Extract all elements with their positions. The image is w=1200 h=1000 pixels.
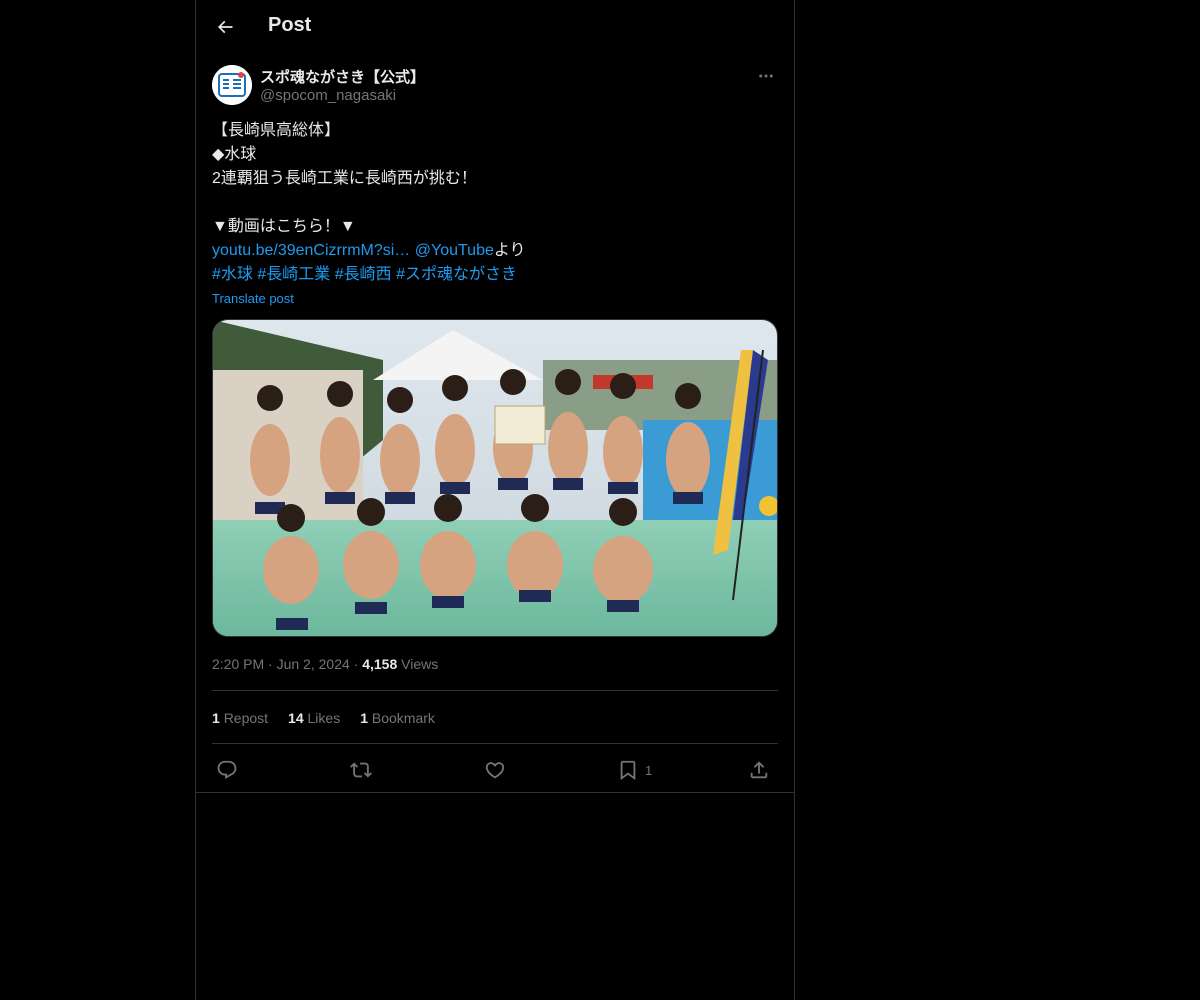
meta-separator: · [353, 656, 359, 672]
top-bar: Post [196, 0, 794, 53]
tweet-link-line: youtu.be/39enCizrrmM?si… @YouTubeより [212, 239, 778, 263]
tweet-line: ◆水球 [212, 146, 257, 163]
bookmarks-count: 1 [360, 710, 368, 726]
more-button[interactable] [754, 64, 778, 88]
spocom-logo-icon [212, 65, 252, 105]
post-column: Post スポ魂ながさき【公式】 @spocom_nagasaki 【長崎県高総… [195, 0, 795, 1000]
post-date[interactable]: Jun 2, 2024 [277, 656, 350, 672]
avatar[interactable] [212, 65, 252, 105]
reposts-stat[interactable]: 1 Repost [212, 710, 268, 726]
likes-label: Likes [307, 710, 341, 726]
hashtag-link[interactable]: #スポ魂ながさき [396, 266, 517, 283]
youtube-mention-link[interactable]: @YouTube [415, 242, 494, 259]
hashtag-link[interactable]: #長崎西 [335, 266, 392, 283]
reposts-label: Repost [223, 710, 269, 726]
back-button[interactable] [208, 10, 242, 44]
bookmark-icon [620, 760, 636, 781]
meta-separator: · [268, 656, 273, 672]
divider [212, 690, 778, 691]
engagement-stats: 1 Repost 14 Likes 1 Bookmark [212, 710, 435, 726]
hashtags-line: #水球 #長崎工業 #長崎西 #スポ魂ながさき [212, 263, 778, 287]
author-handle[interactable]: @spocom_nagasaki [260, 87, 396, 104]
divider [212, 743, 778, 744]
post-photo[interactable] [212, 319, 778, 637]
repost-button[interactable] [350, 756, 372, 784]
arrow-left-icon [217, 20, 233, 34]
bookmarks-stat[interactable]: 1 Bookmark [360, 710, 435, 726]
author-row: スポ魂ながさき【公式】 @spocom_nagasaki [212, 64, 778, 108]
views-count: 4,158 [362, 656, 398, 672]
hashtag-link[interactable]: #水球 [212, 266, 253, 283]
tweet-text: 【長崎県高総体】 ◆水球 2連覇狙う長崎工業に長崎西が挑む！ ▼動画はこちら！▼… [212, 119, 778, 287]
reply-icon [217, 760, 237, 779]
bookmark-button[interactable]: 1 [617, 756, 652, 784]
youtube-link[interactable]: youtu.be/39enCizrrmM?si… [212, 242, 410, 259]
divider [196, 792, 794, 793]
hashtag-link[interactable]: #長崎工業 [257, 266, 330, 283]
likes-count: 14 [288, 710, 304, 726]
more-horizontal-icon [759, 74, 773, 78]
like-button[interactable] [484, 756, 506, 784]
translate-post-link[interactable]: Translate post [212, 291, 294, 306]
repost-icon [350, 762, 372, 778]
author-display-name[interactable]: スポ魂ながさき【公式】 [260, 66, 425, 87]
action-bar: 1 [212, 756, 778, 784]
tweet-line: ▼動画はこちら！▼ [212, 218, 356, 235]
page-title: Post [268, 14, 312, 36]
bookmark-action-count: 1 [645, 762, 653, 778]
share-button[interactable] [748, 756, 770, 784]
reply-button[interactable] [216, 756, 238, 784]
views-label: Views [401, 656, 439, 672]
heart-icon [485, 762, 505, 779]
link-suffix: より [493, 242, 526, 259]
tweet-line: 2連覇狙う長崎工業に長崎西が挑む！ [212, 170, 477, 187]
team-photo-image [213, 320, 777, 636]
likes-stat[interactable]: 14 Likes [288, 710, 340, 726]
reposts-count: 1 [212, 710, 220, 726]
share-icon [750, 761, 768, 779]
tweet-line: 【長崎県高総体】 [212, 122, 341, 139]
post-meta: 2:20 PM · Jun 2, 2024 · 4,158 Views [212, 656, 438, 672]
bookmarks-label: Bookmark [371, 710, 435, 726]
post-time[interactable]: 2:20 PM [212, 656, 264, 672]
tweet-line [212, 191, 778, 215]
